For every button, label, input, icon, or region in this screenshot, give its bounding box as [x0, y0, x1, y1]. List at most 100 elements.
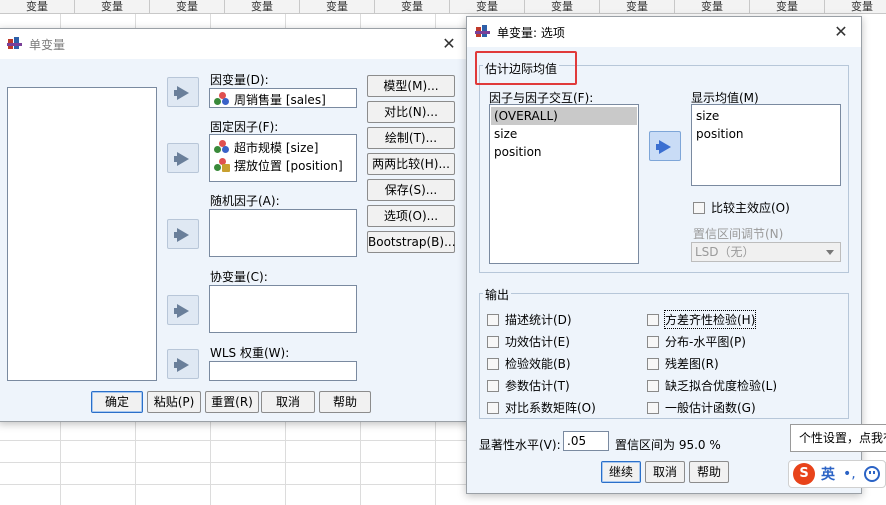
checkbox-box[interactable]	[647, 335, 659, 348]
fixed-factor-item-label: 摆放位置 [position]	[234, 159, 343, 173]
move-to-fixed-button[interactable]	[167, 143, 199, 173]
ci-adjust-select[interactable]: LSD（无）	[691, 242, 841, 262]
column-header[interactable]: 变量	[825, 0, 886, 13]
homogeneity-test-checkbox[interactable]: 方差齐性检验(H)	[647, 310, 757, 329]
emoji-icon[interactable]	[863, 466, 880, 482]
continue-button[interactable]: 继续	[601, 461, 641, 483]
observed-power-checkbox[interactable]: 检验效能(B)	[487, 355, 571, 372]
significance-label: 显著性水平(V):	[479, 438, 561, 452]
checkbox-box[interactable]	[647, 379, 659, 392]
column-header[interactable]: 变量	[300, 0, 375, 13]
checkbox-label: 方差齐性检验(H)	[663, 310, 757, 329]
spss-app-icon	[475, 24, 491, 40]
descriptive-stats-checkbox[interactable]: 描述统计(D)	[487, 311, 572, 328]
move-to-display-button[interactable]	[649, 131, 681, 161]
contrast-button[interactable]: 对比(N)...	[367, 101, 455, 123]
source-variable-list[interactable]	[7, 87, 157, 381]
ime-punctuation-toggle[interactable]: •,	[843, 466, 856, 482]
scale-variable-icon	[214, 92, 230, 106]
display-item-size[interactable]: size	[696, 109, 719, 123]
univariate-titlebar[interactable]: 单变量 ✕	[0, 29, 469, 59]
paste-button[interactable]: 粘贴(P)	[147, 391, 201, 413]
column-header[interactable]: 变量	[0, 0, 75, 13]
options-dialog: 单变量: 选项 ✕ 估计边际均值 因子与因子交互(F): (OVERALL) s…	[466, 16, 862, 494]
column-header[interactable]: 变量	[600, 0, 675, 13]
compare-main-effects-checkbox[interactable]: 比较主效应(O)	[693, 199, 790, 216]
ime-language-toggle[interactable]: 英	[821, 464, 835, 484]
help-button[interactable]: 帮助	[319, 391, 371, 413]
cancel-button[interactable]: 取消	[645, 461, 685, 483]
checkbox-box[interactable]	[693, 201, 705, 214]
dependent-item-label: 周销售量 [sales]	[234, 93, 326, 107]
checkbox-box[interactable]	[647, 401, 659, 414]
column-header[interactable]: 变量	[225, 0, 300, 13]
close-icon[interactable]: ✕	[831, 22, 851, 41]
checkbox-box[interactable]	[647, 313, 659, 326]
checkbox-box[interactable]	[487, 313, 499, 326]
options-button[interactable]: 选项(O)...	[367, 205, 455, 227]
column-header[interactable]: 变量	[375, 0, 450, 13]
random-factor-list[interactable]	[209, 209, 357, 257]
lack-of-fit-checkbox[interactable]: 缺乏拟合优度检验(L)	[647, 377, 777, 394]
factor-item-size[interactable]: size	[494, 127, 517, 141]
plot-button[interactable]: 绘制(T)...	[367, 127, 455, 149]
chevron-down-icon	[826, 250, 834, 255]
general-estimable-function-checkbox[interactable]: 一般估计函数(G)	[647, 399, 756, 416]
move-to-wls-button[interactable]	[167, 349, 199, 379]
checkbox-box[interactable]	[647, 357, 659, 370]
options-dialog-title: 单变量: 选项	[497, 25, 565, 40]
checkbox-label: 检验效能(B)	[505, 357, 571, 371]
ime-toolbar[interactable]: S 英 •,	[788, 460, 886, 488]
column-header[interactable]: 变量	[525, 0, 600, 13]
checkbox-box[interactable]	[487, 335, 499, 348]
residual-plot-checkbox[interactable]: 残差图(R)	[647, 355, 719, 372]
fixed-factor-label: 固定因子(F):	[210, 120, 279, 134]
column-header[interactable]: 变量	[675, 0, 750, 13]
parameter-estimates-checkbox[interactable]: 参数估计(T)	[487, 377, 570, 394]
emm-group-title: 估计边际均值	[483, 60, 560, 77]
cancel-button[interactable]: 取消	[261, 391, 315, 413]
covariate-list[interactable]	[209, 285, 357, 333]
contrast-matrix-checkbox[interactable]: 对比系数矩阵(O)	[487, 399, 596, 416]
factor-item-position[interactable]: position	[494, 145, 542, 159]
column-header[interactable]: 变量	[75, 0, 150, 13]
options-titlebar[interactable]: 单变量: 选项 ✕	[467, 17, 861, 47]
display-item-position[interactable]: position	[696, 127, 744, 141]
dialog-title: 单变量	[29, 37, 66, 52]
move-to-dependent-button[interactable]	[167, 77, 199, 107]
post-hoc-button[interactable]: 两两比较(H)...	[367, 153, 455, 175]
move-to-covariate-button[interactable]	[167, 295, 199, 325]
checkbox-box[interactable]	[487, 357, 499, 370]
significance-input[interactable]: .05	[563, 431, 609, 451]
wls-label: WLS 权重(W):	[210, 346, 290, 360]
checkbox-label: 残差图(R)	[665, 357, 719, 371]
spread-level-plot-checkbox[interactable]: 分布-水平图(P)	[647, 333, 746, 350]
ci-adjust-value: LSD（无）	[695, 245, 755, 259]
dependent-field[interactable]: 周销售量 [sales]	[209, 88, 357, 108]
column-header[interactable]: 变量	[750, 0, 825, 13]
dependent-item[interactable]: 周销售量 [sales]	[214, 91, 326, 108]
checkbox-label: 描述统计(D)	[505, 313, 572, 327]
move-to-random-button[interactable]	[167, 219, 199, 249]
wls-field[interactable]	[209, 361, 357, 381]
column-header[interactable]: 变量	[450, 0, 525, 13]
sogou-logo-icon[interactable]: S	[793, 463, 815, 485]
reset-button[interactable]: 重置(R)	[205, 391, 259, 413]
ok-button[interactable]: 确定	[91, 391, 143, 413]
checkbox-box[interactable]	[487, 401, 499, 414]
bootstrap-button[interactable]: Bootstrap(B)...	[367, 231, 456, 253]
checkbox-box[interactable]	[487, 379, 499, 392]
fixed-factor-list[interactable]: 超市规模 [size] 摆放位置 [position]	[209, 134, 357, 182]
effect-size-checkbox[interactable]: 功效估计(E)	[487, 333, 570, 350]
model-button[interactable]: 模型(M)...	[367, 75, 455, 97]
factors-list[interactable]: (OVERALL) size position	[489, 104, 639, 264]
univariate-body: 因变量(D): 周销售量 [sales] 固定因子(F): 超市规模 [size…	[0, 59, 469, 421]
column-header[interactable]: 变量	[150, 0, 225, 13]
fixed-factor-item[interactable]: 超市规模 [size]	[214, 139, 318, 156]
fixed-factor-item[interactable]: 摆放位置 [position]	[214, 157, 343, 174]
close-icon[interactable]: ✕	[439, 34, 459, 53]
help-button[interactable]: 帮助	[689, 461, 729, 483]
save-button[interactable]: 保存(S)...	[367, 179, 455, 201]
factor-item-overall[interactable]: (OVERALL)	[494, 109, 558, 123]
display-means-list[interactable]: size position	[691, 104, 841, 186]
